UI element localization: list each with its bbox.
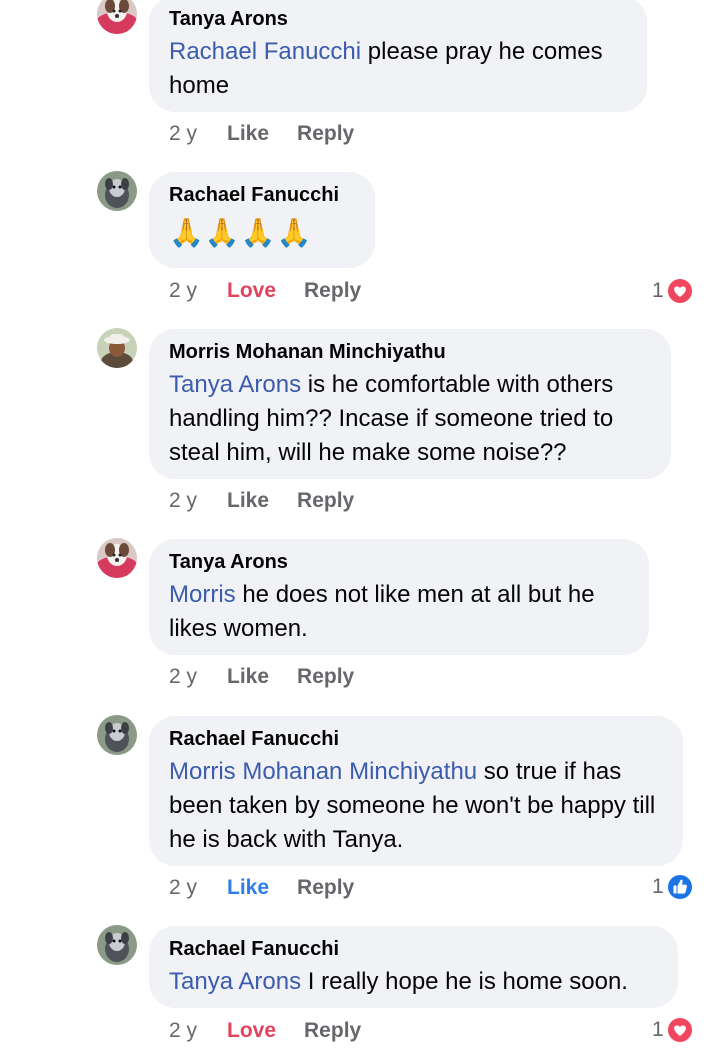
comment-actions: 2 y Love Reply [169, 278, 361, 304]
comment-text: Morris Mohanan Minchiyathu so true if ha… [169, 758, 656, 853]
avatar-tanya-arons[interactable] [97, 0, 137, 34]
avatar-morris-mohanan-minchiyathu[interactable] [97, 328, 137, 368]
reply-button[interactable]: Reply [304, 1018, 361, 1044]
comment-actions: 2 y Like Reply [169, 875, 354, 901]
reaction-count-number: 1 [652, 279, 664, 302]
comment-bubble: Tanya Arons Morris he does not like men … [149, 539, 649, 655]
comment-text: Tanya Arons is he comfortable with other… [169, 371, 614, 466]
comment-author[interactable]: Rachael Fanucchi [169, 727, 663, 751]
comment-time[interactable]: 2 y [169, 121, 227, 147]
avatar-rachael-fanucchi[interactable] [97, 171, 137, 211]
reaction-count[interactable]: 1 [652, 1016, 694, 1044]
comment-author[interactable]: Rachael Fanucchi [169, 937, 658, 961]
comment-text: Morris he does not like men at all but h… [169, 581, 595, 642]
reply-button[interactable]: Reply [297, 664, 354, 690]
like-button[interactable]: Like [227, 488, 269, 514]
comment-author[interactable]: Morris Mohanan Minchiyathu [169, 340, 651, 364]
comment-bubble: Rachael Fanucchi Morris Mohanan Minchiya… [149, 716, 683, 866]
reaction-count-number: 1 [652, 1018, 664, 1041]
love-heart-icon [666, 1016, 694, 1044]
folded-hands-icon: 🙏🙏🙏🙏 [169, 217, 313, 248]
like-button[interactable]: Like [227, 875, 269, 901]
avatar-tanya-arons[interactable] [97, 538, 137, 578]
comment-actions: 2 y Like Reply [169, 664, 354, 690]
like-thumb-icon [666, 873, 694, 901]
reply-button[interactable]: Reply [297, 488, 354, 514]
comment-text: Rachael Fanucchi please pray he comes ho… [169, 38, 603, 99]
comment-author[interactable]: Tanya Arons [169, 7, 627, 31]
comment-bubble: Rachael Fanucchi Tanya Arons I really ho… [149, 926, 678, 1008]
reply-button[interactable]: Reply [304, 278, 361, 304]
comment-bubble: Morris Mohanan Minchiyathu Tanya Arons i… [149, 329, 671, 479]
love-heart-icon [666, 277, 694, 305]
mention-link[interactable]: Morris [169, 581, 236, 608]
comment-actions: 2 y Like Reply [169, 488, 354, 514]
avatar-rachael-fanucchi[interactable] [97, 715, 137, 755]
mention-link[interactable]: Tanya Arons [169, 968, 301, 995]
comment-author[interactable]: Tanya Arons [169, 550, 629, 574]
reply-button[interactable]: Reply [297, 875, 354, 901]
reply-button[interactable]: Reply [297, 121, 354, 147]
comment-actions: 2 y Love Reply [169, 1018, 361, 1044]
comment-bubble: Tanya Arons Rachael Fanucchi please pray… [149, 0, 647, 112]
love-button[interactable]: Love [227, 1018, 276, 1044]
reaction-count[interactable]: 1 [652, 277, 694, 305]
comment-time[interactable]: 2 y [169, 1018, 227, 1044]
like-button[interactable]: Like [227, 121, 269, 147]
love-button[interactable]: Love [227, 278, 276, 304]
comment-time[interactable]: 2 y [169, 664, 227, 690]
comment-actions: 2 y Like Reply [169, 121, 354, 147]
comment-author[interactable]: Rachael Fanucchi [169, 183, 355, 207]
comment-time[interactable]: 2 y [169, 488, 227, 514]
mention-link[interactable]: Tanya Arons [169, 371, 301, 398]
avatar-rachael-fanucchi[interactable] [97, 925, 137, 965]
comment-text: Tanya Arons I really hope he is home soo… [169, 968, 628, 995]
like-button[interactable]: Like [227, 664, 269, 690]
reaction-count-number: 1 [652, 875, 664, 898]
mention-link[interactable]: Rachael Fanucchi [169, 38, 361, 65]
comment-time[interactable]: 2 y [169, 875, 227, 901]
comment-bubble: Rachael Fanucchi 🙏🙏🙏🙏 [149, 172, 375, 268]
mention-link[interactable]: Morris Mohanan Minchiyathu [169, 758, 477, 785]
reaction-count[interactable]: 1 [652, 873, 694, 901]
comment-time[interactable]: 2 y [169, 278, 227, 304]
